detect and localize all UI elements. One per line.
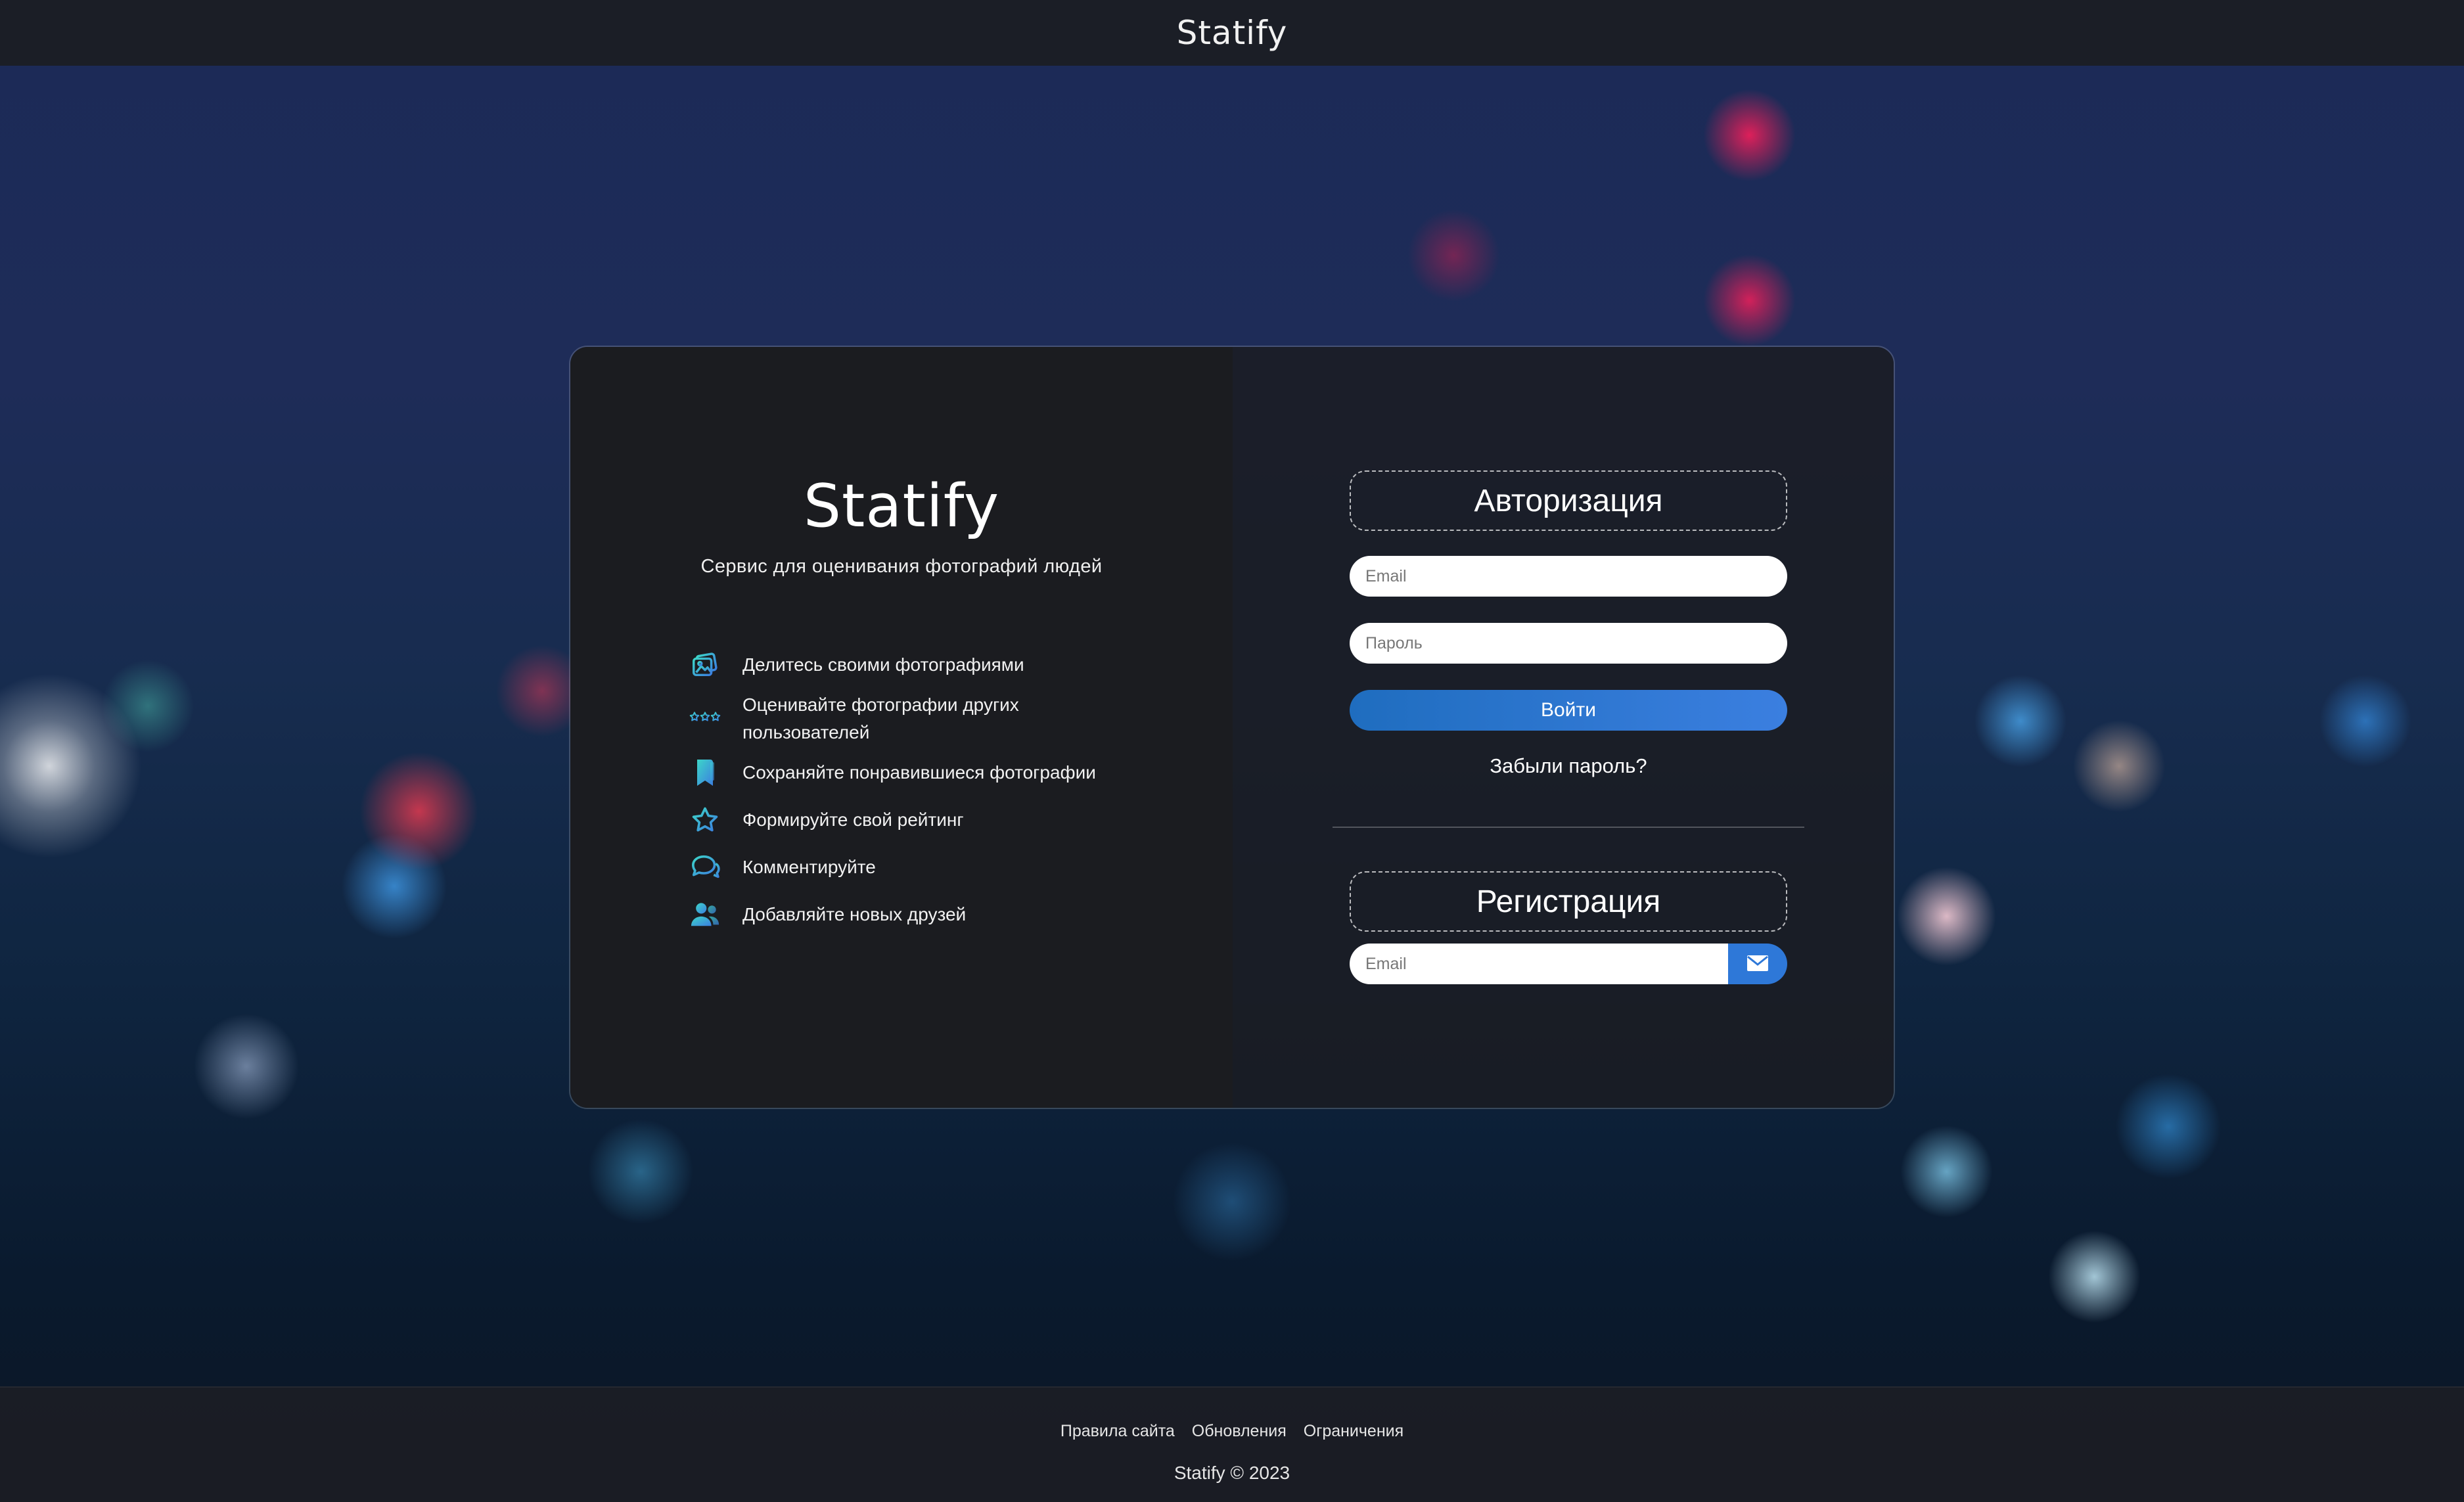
feature-item: Делитесь своими фотографиями — [689, 641, 1188, 689]
footer-link-rules[interactable]: Правила сайта — [1061, 1422, 1175, 1441]
register-email-group — [1350, 944, 1787, 984]
feature-item: Комментируйте — [689, 844, 1188, 891]
login-button[interactable]: Войти — [1350, 690, 1787, 731]
feature-text: Делитесь своими фотографиями — [742, 654, 1024, 675]
feature-text: Сохраняйте понравившиеся фотографии — [742, 762, 1096, 783]
footer: Правила сайта Обновления Ограничения Sta… — [0, 1386, 2464, 1502]
star-icon — [689, 804, 721, 836]
comments-icon — [689, 851, 721, 884]
register-email-input[interactable] — [1350, 944, 1728, 984]
bookmark-icon — [689, 756, 721, 789]
top-bar: Statify — [0, 0, 2464, 66]
forms-panel: Авторизация Войти Забыли пароль? Регистр… — [1233, 347, 1894, 1108]
feature-list: Делитесь своими фотографиями Оценивайте … — [689, 641, 1188, 938]
friends-icon — [689, 898, 721, 931]
feature-text: Добавляйте новых друзей — [742, 904, 967, 924]
footer-links: Правила сайта Обновления Ограничения — [0, 1422, 2464, 1441]
divider — [1333, 827, 1804, 828]
promo-panel: Statify Сервис для оценивания фотографий… — [570, 347, 1233, 1108]
header-brand-logo[interactable]: Statify — [1177, 14, 1288, 52]
register-title: Регистрация — [1350, 871, 1787, 932]
feature-item: Формируйте свой рейтинг — [689, 796, 1188, 844]
footer-link-restrictions[interactable]: Ограничения — [1304, 1422, 1403, 1441]
envelope-icon — [1746, 955, 1769, 974]
feature-item: Оценивайте фотографии других пользовател… — [689, 689, 1188, 749]
rating-stars-icon — [689, 702, 721, 735]
auth-title: Авторизация — [1350, 470, 1787, 531]
forgot-password-link[interactable]: Забыли пароль? — [1350, 754, 1787, 778]
feature-text: Формируйте свой рейтинг — [742, 809, 964, 830]
feature-text: Оценивайте фотографии других пользовател… — [742, 694, 1019, 742]
login-password-input[interactable] — [1350, 623, 1787, 664]
feature-item: Добавляйте новых друзей — [689, 891, 1188, 938]
register-submit-button[interactable] — [1728, 944, 1787, 984]
copyright: Statify © 2023 — [1174, 1463, 1290, 1483]
login-email-input[interactable] — [1350, 556, 1787, 597]
promo-tagline: Сервис для оценивания фотографий людей — [700, 556, 1103, 577]
photos-icon — [689, 649, 721, 681]
auth-card: Statify Сервис для оценивания фотографий… — [569, 346, 1895, 1109]
feature-item: Сохраняйте понравившиеся фотографии — [689, 749, 1188, 796]
promo-brand-logo: Statify — [803, 472, 1000, 541]
footer-link-updates[interactable]: Обновления — [1192, 1422, 1287, 1441]
feature-text: Комментируйте — [742, 857, 876, 877]
